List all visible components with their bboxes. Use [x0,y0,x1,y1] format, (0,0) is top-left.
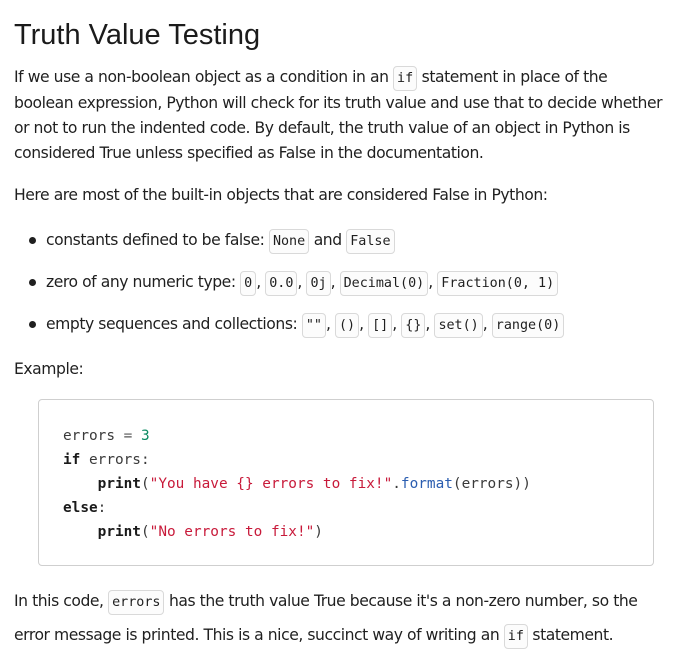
inline-code-errors: errors [108,590,165,615]
inline-code: () [334,313,360,338]
bullet-icon [29,237,36,244]
false-objects-list: constants defined to be false: None and … [14,220,671,346]
inline-code: None [268,229,310,254]
code-token: if [63,452,81,468]
intro-paragraph: If we use a non-boolean object as a cond… [14,65,671,166]
inline-code: range(0) [491,313,565,338]
example-label: Example: [14,360,84,378]
code-line-1: errors = 3 [63,424,653,448]
bullet-icon [29,279,36,286]
inline-code: "" [301,313,326,338]
closing-text-3: statement. [527,626,614,644]
code-token: errors: [80,452,150,468]
intro-text-1: If we use a non-boolean object as a cond… [14,68,394,86]
lead-paragraph: Here are most of the built-in objects th… [14,186,548,204]
inline-code: set() [434,313,483,338]
code-block: errors = 3 if errors: print("You have {}… [38,399,654,566]
list-item-text: constants defined to be false: [46,231,269,249]
list-item-constants: constants defined to be false: None and … [26,220,671,262]
code-token: "No errors to fix!" [149,524,315,540]
code-token: . [392,476,401,492]
closing-text-1: In this code, [14,592,109,610]
code-line-5: print("No errors to fix!") [97,524,323,540]
code-token: : [97,500,107,516]
code-token: ) [314,524,323,540]
code-token: (errors)) [452,476,531,492]
inline-code: 0 [240,271,257,296]
article: Truth Value Testing If we use a non-bool… [0,0,685,653]
code-token: print [97,476,141,492]
code-token: format [400,476,453,492]
code-line-4: else: [63,496,653,520]
inline-code: [] [368,313,393,338]
list-joiner: and [309,231,347,249]
bullet-icon [29,321,36,328]
inline-code-if: if [393,66,418,91]
code-token: errors [63,428,115,444]
inline-code: False [346,229,395,254]
code-token: print [97,524,141,540]
inline-code: Fraction(0, 1) [437,271,559,296]
code-line-2: if errors: [63,448,653,472]
inline-code: {} [401,313,426,338]
code-token: = [114,428,141,444]
code-token: "You have {} errors to fix!" [149,476,393,492]
list-item-numeric: zero of any numeric type: 0, 0.0, 0j, De… [26,262,671,304]
inline-code: 0j [306,271,331,296]
list-item-sequences: empty sequences and collections: "", (),… [26,304,671,346]
code-token: else [63,500,98,516]
inline-code: Decimal(0) [339,271,429,296]
inline-code-if: if [503,624,528,649]
page-title: Truth Value Testing [14,19,261,51]
code-token: 3 [140,428,150,444]
code-line-3: print("You have {} errors to fix!".forma… [97,476,531,492]
list-item-text: empty sequences and collections: [46,315,302,333]
closing-paragraph: In this code, errors has the truth value… [14,585,671,653]
inline-code: 0.0 [265,271,298,296]
list-item-text: zero of any numeric type: [46,273,241,291]
